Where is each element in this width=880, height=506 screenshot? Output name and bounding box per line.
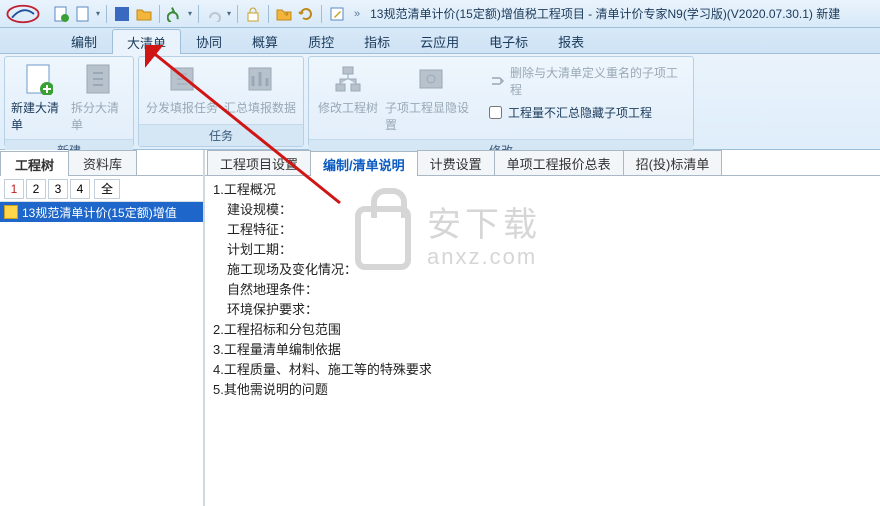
document-content[interactable]: 1.工程概况 建设规模： 工程特征： 计划工期： 施工现场及变化情况： 自然地理…: [205, 176, 880, 506]
split-icon: [83, 63, 115, 95]
ribbon-group-modify: 修改工程树 子项工程显隐设置 删除与大清单定义重名的子项工程 工程量不汇总隐藏子…: [308, 56, 694, 147]
doc-line: 工程特征：: [213, 220, 872, 240]
qat-dropdown-icon[interactable]: ▾: [94, 9, 102, 18]
qat-dropdown-icon[interactable]: ▾: [225, 9, 233, 18]
summary-data-button[interactable]: 汇总填报数据: [221, 59, 299, 120]
ribbon-tab-xietong[interactable]: 协同: [181, 28, 237, 53]
qat-redo-icon[interactable]: [203, 3, 225, 25]
tab-project-settings[interactable]: 工程项目设置: [207, 150, 311, 175]
left-panel: 工程树 资料库 1 2 3 4 全 13规范清单计价(15定额)增值: [0, 150, 205, 506]
ribbon-group-task: 分发填报任务 汇总填报数据 任务: [138, 56, 304, 147]
ribbon-tab-dianzibiao[interactable]: 电子标: [474, 28, 543, 53]
right-panel: 工程项目设置 编制/清单说明 计费设置 单项工程报价总表 招(投)标清单 1.工…: [205, 150, 880, 506]
separator: [159, 5, 160, 23]
split-list-button[interactable]: 拆分大清单: [69, 59, 129, 137]
qat-refresh-icon[interactable]: [295, 3, 317, 25]
doc-line: 3.工程量清单编制依据: [213, 340, 872, 360]
page-4[interactable]: 4: [70, 179, 90, 199]
dispatch-task-button[interactable]: 分发填报任务: [143, 59, 221, 120]
tab-fee-settings[interactable]: 计费设置: [417, 150, 495, 175]
ribbon-tabs: 编制 大清单 协同 概算 质控 指标 云应用 电子标 报表: [0, 28, 880, 54]
arrow-icon: [489, 73, 504, 89]
main-area: 工程树 资料库 1 2 3 4 全 13规范清单计价(15定额)增值 工程项目设…: [0, 150, 880, 506]
ribbon-tab-baobiao[interactable]: 报表: [543, 28, 599, 53]
ribbon-tab-bianzhi[interactable]: 编制: [56, 28, 112, 53]
btn-label: 汇总填报数据: [224, 99, 296, 116]
doc-line: 2.工程招标和分包范围: [213, 320, 872, 340]
doc-line: 自然地理条件：: [213, 280, 872, 300]
qat-new-page-icon[interactable]: [72, 3, 94, 25]
btn-label: 新建大清单: [11, 99, 67, 133]
tab-quote-summary[interactable]: 单项工程报价总表: [494, 150, 624, 175]
separator: [321, 5, 322, 23]
tree-item-selected[interactable]: 13规范清单计价(15定额)增值: [0, 202, 203, 222]
checkbox-input[interactable]: [489, 106, 502, 119]
doc-line: 5.其他需说明的问题: [213, 380, 872, 400]
ribbon-body: 新建大清单 拆分大清单 新建 分发填报任务 汇: [0, 54, 880, 150]
page-all[interactable]: 全: [94, 179, 120, 199]
separator: [106, 5, 107, 23]
qat-export-icon[interactable]: [273, 3, 295, 25]
page-2[interactable]: 2: [26, 179, 46, 199]
separator: [198, 5, 199, 23]
tree-item-label: 13规范清单计价(15定额)增值: [22, 204, 177, 221]
project-tree: 13规范清单计价(15定额)增值: [0, 202, 203, 506]
modify-tree-button[interactable]: 修改工程树: [313, 59, 383, 120]
ribbon-tab-zhibiao[interactable]: 指标: [349, 28, 405, 53]
right-tabs: 工程项目设置 编制/清单说明 计费设置 单项工程报价总表 招(投)标清单: [205, 150, 880, 176]
qat-undo-icon[interactable]: [164, 3, 186, 25]
app-logo: [4, 3, 42, 25]
tab-edit-description[interactable]: 编制/清单说明: [310, 151, 418, 176]
folder-icon: [4, 205, 18, 219]
left-tabs: 工程树 资料库: [0, 150, 203, 176]
qat-open-icon[interactable]: [133, 3, 155, 25]
ribbon-group-new: 新建大清单 拆分大清单 新建: [4, 56, 134, 147]
tab-bid-list[interactable]: 招(投)标清单: [623, 150, 723, 175]
no-summary-checkbox[interactable]: 工程量不汇总隐藏子项工程: [483, 101, 685, 124]
tree-icon: [332, 63, 364, 95]
btn-label: 拆分大清单: [71, 99, 127, 133]
visibility-icon: [415, 63, 447, 95]
doc-line: 1.工程概况: [213, 180, 872, 200]
doc-line: 环境保护要求：: [213, 300, 872, 320]
new-doc-icon: [23, 63, 55, 95]
separator: [237, 5, 238, 23]
dispatch-icon: [166, 63, 198, 95]
separator: [268, 5, 269, 23]
qat-dropdown-icon[interactable]: ▾: [186, 9, 194, 18]
new-list-button[interactable]: 新建大清单: [9, 59, 69, 137]
summary-icon: [244, 63, 276, 95]
btn-label: 分发填报任务: [146, 99, 218, 116]
tab-project-tree[interactable]: 工程树: [0, 151, 69, 176]
qat-edit-icon[interactable]: [326, 3, 348, 25]
doc-line: 施工现场及变化情况：: [213, 260, 872, 280]
link-label: 删除与大清单定义重名的子项工程: [510, 64, 679, 98]
page-numbers: 1 2 3 4 全: [0, 176, 203, 202]
delete-dup-link[interactable]: 删除与大清单定义重名的子项工程: [483, 61, 685, 101]
window-title: 13规范清单计价(15定额)增值税工程项目 - 清单计价专家N9(学习版)(V2…: [370, 5, 840, 22]
tab-library[interactable]: 资料库: [68, 150, 137, 175]
ribbon-tab-gaisuan[interactable]: 概算: [237, 28, 293, 53]
ribbon-tab-daqingdan[interactable]: 大清单: [112, 29, 181, 54]
btn-label: 子项工程显隐设置: [385, 99, 477, 133]
qat-overflow-icon[interactable]: »: [354, 8, 360, 20]
btn-label: 修改工程树: [318, 99, 378, 116]
quick-access-toolbar: ▾ ▾ ▾ » 13规范清单计价(15定额)增值税工程项目 - 清单计价专家N9…: [0, 0, 880, 28]
visibility-button[interactable]: 子项工程显隐设置: [383, 59, 479, 137]
ribbon-tab-yunyingyong[interactable]: 云应用: [405, 28, 474, 53]
qat-lock-icon[interactable]: [242, 3, 264, 25]
doc-line: 计划工期：: [213, 240, 872, 260]
page-3[interactable]: 3: [48, 179, 68, 199]
ribbon-tab-zhikong[interactable]: 质控: [293, 28, 349, 53]
doc-line: 4.工程质量、材料、施工等的特殊要求: [213, 360, 872, 380]
group-label: 任务: [139, 124, 303, 146]
doc-line: 建设规模：: [213, 200, 872, 220]
page-1[interactable]: 1: [4, 179, 24, 199]
qat-save-icon[interactable]: [111, 3, 133, 25]
chk-label: 工程量不汇总隐藏子项工程: [508, 104, 652, 121]
qat-new-icon[interactable]: [50, 3, 72, 25]
